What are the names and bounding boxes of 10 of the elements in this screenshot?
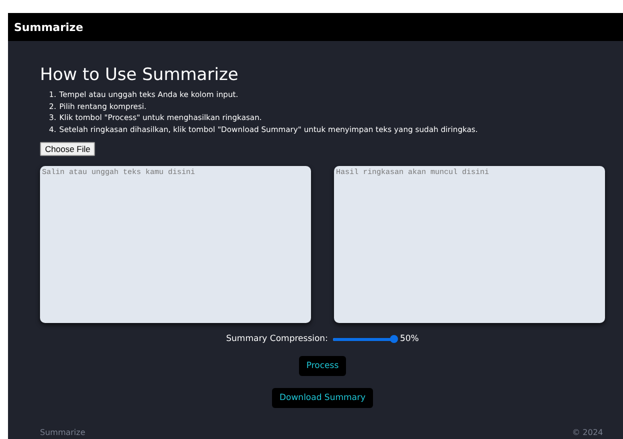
compression-value: 50% <box>400 334 419 344</box>
process-button[interactable]: Process <box>299 356 346 376</box>
compression-label: Summary Compression: <box>226 334 328 344</box>
page-heading: How to Use Summarize <box>40 65 238 85</box>
download-button[interactable]: Download Summary <box>272 388 373 408</box>
compression-slider[interactable] <box>332 338 395 340</box>
footer-brand: Summarize <box>40 428 86 437</box>
brand-title: Summarize <box>14 20 84 34</box>
footer-copyright: © 2024 <box>572 428 603 437</box>
choose-file-button[interactable]: Choose File <box>40 142 96 156</box>
